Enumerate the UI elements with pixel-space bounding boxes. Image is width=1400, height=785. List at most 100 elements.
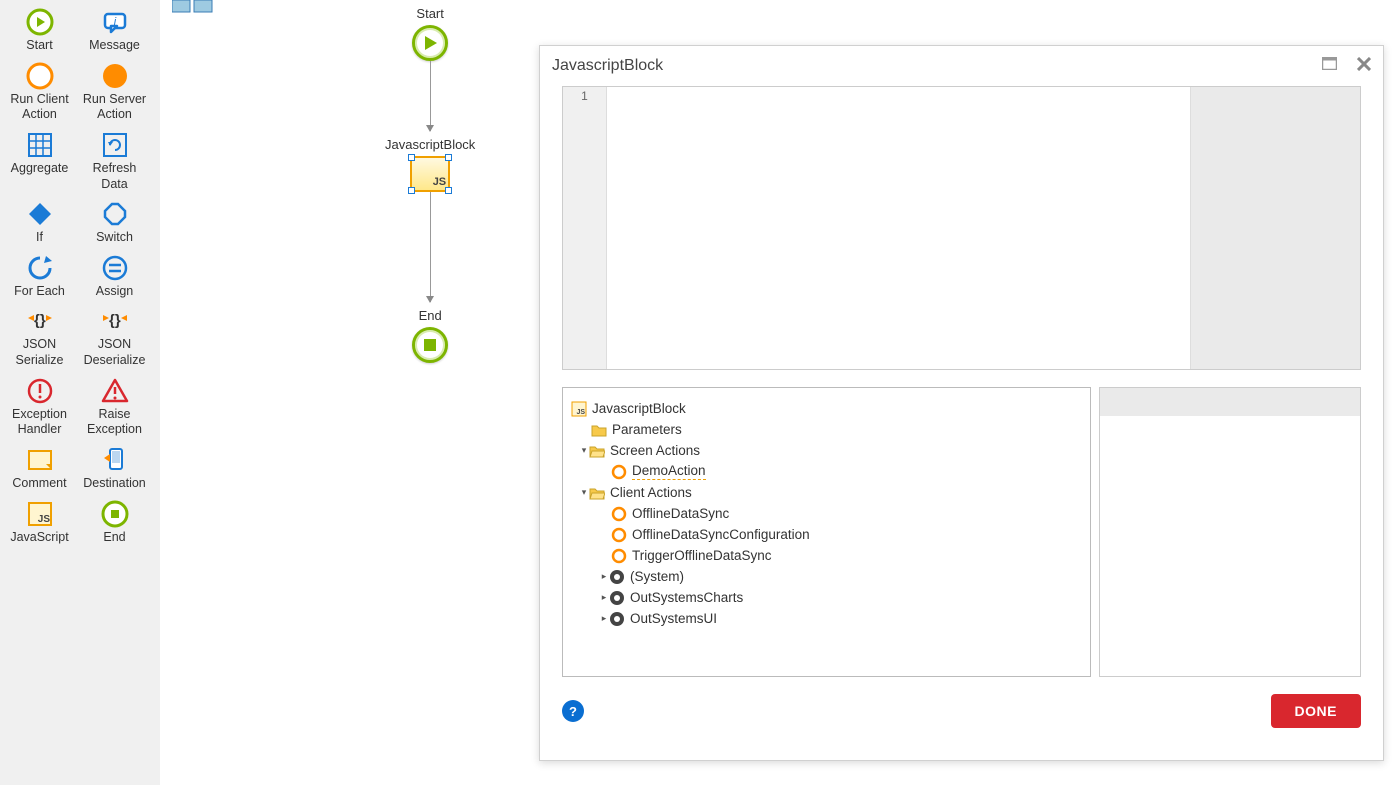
svg-text:JS: JS (37, 514, 50, 525)
if-icon (26, 200, 54, 228)
tool-json-serialize[interactable]: {} JSON Serialize (2, 303, 77, 372)
tool-message[interactable]: i Message (77, 4, 152, 58)
dialog-title: JavascriptBlock (552, 57, 663, 75)
flow-arrow (430, 192, 431, 302)
tool-raise-exception[interactable]: Raise Exception (77, 373, 152, 442)
folder-open-icon (589, 485, 605, 501)
chevron-right-icon[interactable]: ▸ (599, 592, 609, 603)
exception-handler-icon (26, 377, 54, 405)
module-icon (609, 569, 625, 585)
tool-label: Run Client Action (4, 92, 75, 123)
chevron-down-icon[interactable]: ▾ (579, 445, 589, 456)
start-icon (26, 8, 54, 36)
tool-javascript[interactable]: JS JavaScript (2, 496, 77, 550)
dialog-header: JavascriptBlock (540, 46, 1383, 86)
tool-label: JSON Deserialize (79, 337, 150, 368)
properties-panel (1099, 387, 1361, 677)
tool-label: Aggregate (11, 161, 69, 177)
tree-label: Screen Actions (610, 443, 700, 458)
end-icon (101, 500, 129, 528)
tool-destination[interactable]: Destination (77, 442, 152, 496)
canvas-toolbar-icons[interactable] (172, 0, 216, 14)
node-javascript-block[interactable]: JS (410, 156, 450, 192)
done-button[interactable]: DONE (1271, 694, 1361, 728)
action-ring-icon (611, 506, 627, 522)
tool-aggregate[interactable]: Aggregate (2, 127, 77, 196)
tool-json-deserialize[interactable]: {} JSON Deserialize (77, 303, 152, 372)
code-editor[interactable]: 1 (562, 86, 1361, 370)
node-end[interactable] (412, 327, 448, 363)
tree-label: (System) (630, 569, 684, 584)
tool-label: Raise Exception (79, 407, 150, 438)
tree-item-demoaction[interactable]: DemoAction (571, 461, 1082, 482)
tree-label: TriggerOfflineDataSync (632, 548, 772, 563)
scope-tree[interactable]: JS JavascriptBlock Parameters ▾ Screen A… (562, 387, 1091, 677)
tree-root[interactable]: JS JavascriptBlock (571, 398, 1082, 419)
tree-label: Parameters (612, 422, 682, 437)
tool-refresh-data[interactable]: Refresh Data (77, 127, 152, 196)
json-serialize-icon: {} (26, 307, 54, 335)
svg-text:{}: {} (109, 312, 121, 329)
svg-text:JS: JS (576, 409, 585, 416)
tool-run-client-action[interactable]: Run Client Action (2, 58, 77, 127)
action-ring-icon (611, 548, 627, 564)
aggregate-icon (26, 131, 54, 159)
tree-item-offlinedatasync[interactable]: OfflineDataSync (571, 503, 1082, 524)
code-minimap[interactable] (1190, 87, 1360, 369)
tree-parameters[interactable]: Parameters (571, 419, 1082, 440)
chevron-right-icon[interactable]: ▸ (599, 613, 609, 624)
module-icon (609, 611, 625, 627)
tool-if[interactable]: If (2, 196, 77, 250)
tool-label: JavaScript (10, 530, 68, 546)
toolbox: Start i Message Run Client Action Run Se… (0, 0, 160, 785)
tree-item-offlinedatasyncconfiguration[interactable]: OfflineDataSyncConfiguration (571, 524, 1082, 545)
tree-item-outsystemsui[interactable]: ▸ OutSystemsUI (571, 608, 1082, 629)
chevron-right-icon[interactable]: ▸ (599, 571, 609, 582)
foreach-icon (26, 254, 54, 282)
run-client-icon (26, 62, 54, 90)
tree-screen-actions[interactable]: ▾ Screen Actions (571, 440, 1082, 461)
selection-handles (408, 154, 452, 194)
tree-client-actions[interactable]: ▾ Client Actions (571, 482, 1082, 503)
node-start[interactable] (412, 25, 448, 61)
tool-comment[interactable]: Comment (2, 442, 77, 496)
svg-text:{}: {} (34, 312, 46, 329)
run-server-icon (101, 62, 129, 90)
chevron-down-icon[interactable]: ▾ (579, 487, 589, 498)
tree-label: OfflineDataSync (632, 506, 729, 521)
destination-icon (101, 446, 129, 474)
node-js-label: JavascriptBlock (385, 137, 475, 152)
flow-graph: Start JavascriptBlock JS End (385, 6, 475, 363)
tool-exception-handler[interactable]: Exception Handler (2, 373, 77, 442)
tool-end[interactable]: End (77, 496, 152, 550)
tool-for-each[interactable]: For Each (2, 250, 77, 304)
tool-run-server-action[interactable]: Run Server Action (77, 58, 152, 127)
switch-icon (101, 200, 129, 228)
tree-item-triggerofflinedatasync[interactable]: TriggerOfflineDataSync (571, 545, 1082, 566)
tool-start[interactable]: Start (2, 4, 77, 58)
node-start-label: Start (416, 6, 443, 21)
line-number: 1 (563, 87, 606, 105)
assign-icon (101, 254, 129, 282)
maximize-icon[interactable] (1322, 57, 1337, 75)
tree-label: JavascriptBlock (592, 401, 686, 416)
javascript-icon: JS (571, 401, 587, 417)
tool-label: Refresh Data (79, 161, 150, 192)
flow-arrow (430, 61, 431, 131)
tree-item-system[interactable]: ▸ (System) (571, 566, 1082, 587)
tool-assign[interactable]: Assign (77, 250, 152, 304)
message-icon: i (101, 8, 129, 36)
close-icon[interactable] (1357, 57, 1371, 76)
code-text-area[interactable] (607, 87, 1190, 369)
tool-label: Run Server Action (79, 92, 150, 123)
help-label: ? (569, 704, 577, 719)
tree-label: OutSystemsUI (630, 611, 717, 626)
canvas-toolbar (172, 0, 216, 14)
code-gutter: 1 (563, 87, 607, 369)
tree-label: OutSystemsCharts (630, 590, 743, 605)
properties-header (1100, 388, 1360, 416)
help-button[interactable]: ? (562, 700, 584, 722)
tree-item-outsystemscharts[interactable]: ▸ OutSystemsCharts (571, 587, 1082, 608)
action-ring-icon (611, 464, 627, 480)
tool-switch[interactable]: Switch (77, 196, 152, 250)
